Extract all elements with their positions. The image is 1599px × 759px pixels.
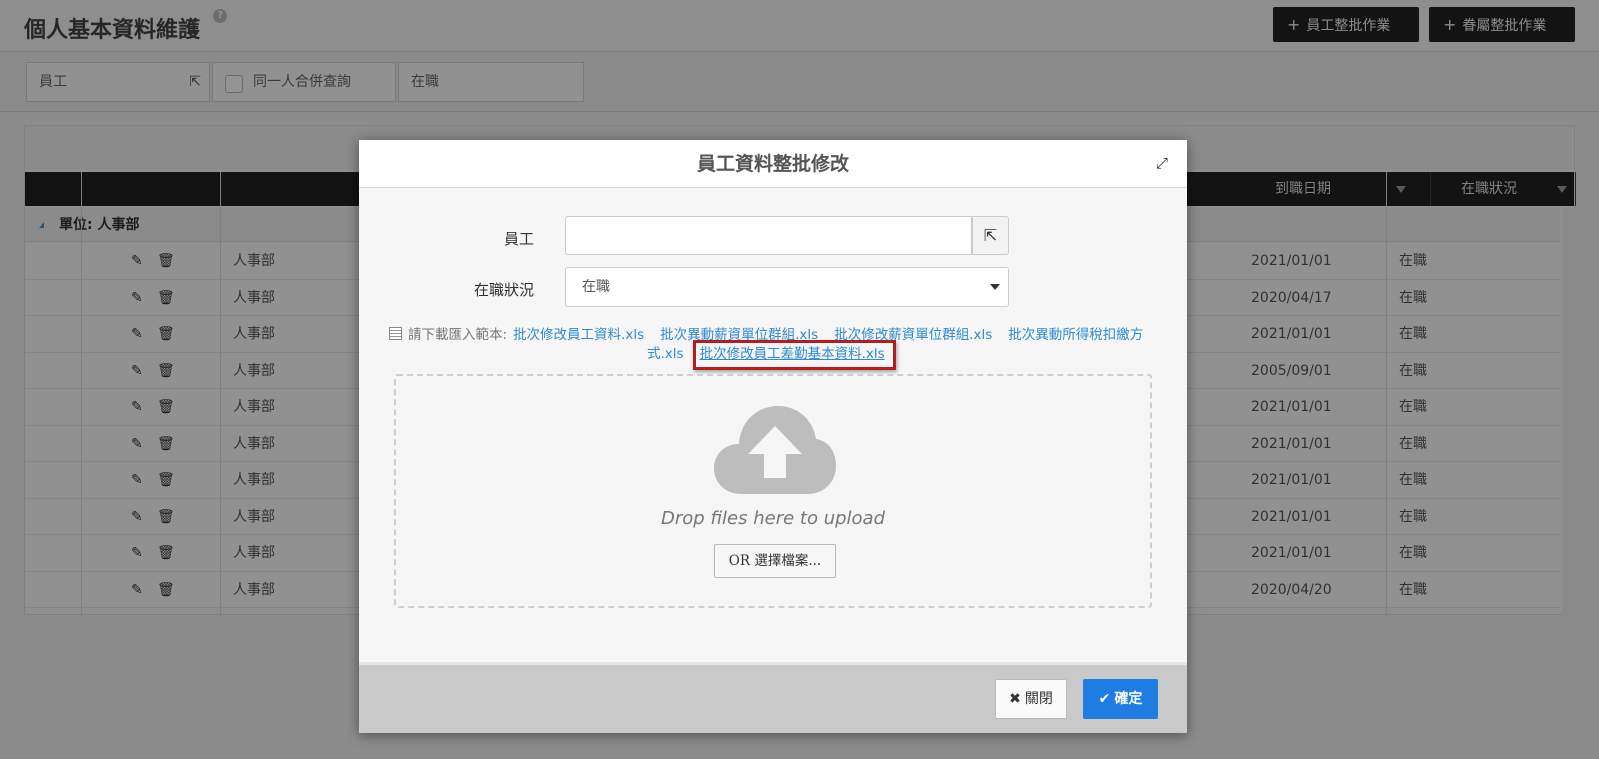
close-button[interactable]: ✖ 關閉 bbox=[995, 679, 1067, 719]
status-label: 在職狀況 bbox=[473, 281, 534, 299]
template-link-tax-method[interactable]: 批次異動所得稅扣繳方 bbox=[1008, 327, 1143, 343]
batch-edit-modal: 員工資料整批修改 ⤢ 員工 ⇱ 在職狀況 在職 請下載匯入範本: 批次修改員工資料… bbox=[359, 140, 1187, 733]
close-button-label: 關閉 bbox=[1024, 691, 1053, 707]
cloud-upload-icon bbox=[714, 406, 836, 494]
modal-footer: ✖ 關閉 ✔ 確定 bbox=[359, 662, 1187, 733]
dropdown-caret-icon bbox=[990, 284, 1000, 290]
choose-file-button[interactable]: OR 選擇檔案... bbox=[714, 544, 836, 578]
document-icon bbox=[389, 327, 402, 340]
drop-text: Drop files here to upload bbox=[661, 508, 885, 529]
template-link-employee-data[interactable]: 批次修改員工資料.xls bbox=[513, 327, 644, 343]
highlight-box bbox=[693, 340, 896, 370]
confirm-button-label: 確定 bbox=[1114, 691, 1143, 707]
expand-icon[interactable]: ⤢ bbox=[1153, 154, 1171, 172]
status-select-value: 在職 bbox=[582, 279, 610, 295]
modal-title: 員工資料整批修改 bbox=[696, 153, 849, 175]
file-dropzone[interactable]: Drop files here to upload OR 選擇檔案... bbox=[394, 374, 1152, 608]
template-link-tax-method-cont[interactable]: 式.xls bbox=[647, 346, 684, 362]
template-prefix: 請下載匯入範本: bbox=[408, 327, 508, 343]
modal-header: 員工資料整批修改 ⤢ bbox=[359, 140, 1187, 188]
employee-label: 員工 bbox=[503, 230, 534, 248]
confirm-button[interactable]: ✔ 確定 bbox=[1083, 679, 1158, 719]
status-select[interactable]: 在職 bbox=[565, 267, 1009, 307]
close-icon: ✖ bbox=[1009, 691, 1021, 707]
external-link-icon[interactable]: ⇱ bbox=[972, 216, 1009, 255]
check-icon: ✔ bbox=[1098, 691, 1111, 707]
employee-input[interactable] bbox=[565, 216, 972, 255]
